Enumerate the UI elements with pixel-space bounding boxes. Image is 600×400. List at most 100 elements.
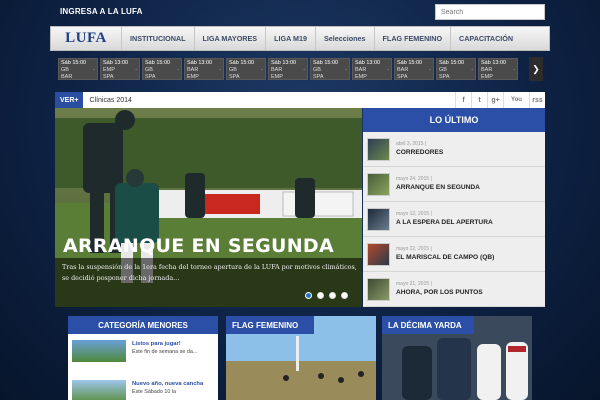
score-arrow-icon: -	[93, 67, 95, 73]
latest-news: LO ÚLTIMO abril 3, 2015 | CORREDORES mayo…	[363, 108, 545, 307]
nav-item-liga-m19[interactable]: LIGA M19	[265, 27, 315, 50]
score-away-team: SPA	[103, 74, 114, 80]
top-bar: INGRESA A LA LUFA	[0, 0, 600, 24]
latest-title[interactable]: AHORA, POR LOS PUNTOS	[396, 288, 483, 297]
latest-date: abril 3, 2015 |	[396, 141, 427, 147]
score-date: Sáb 13:00	[187, 60, 213, 66]
twitter-icon[interactable]: t	[471, 92, 487, 108]
latest-thumbnail[interactable]	[367, 242, 390, 266]
score-date: Sáb 15:00	[229, 60, 255, 66]
login-link[interactable]: INGRESA A LA LUFA	[60, 7, 143, 16]
score-date: Sáb 15:00	[145, 60, 171, 66]
score-card[interactable]: Sáb 15:00 GB BAR -	[58, 58, 98, 80]
latest-title[interactable]: ARRANQUE EN SEGUNDA	[396, 183, 480, 192]
slider-dot[interactable]	[317, 292, 324, 299]
nav-item-liga-mayores[interactable]: LIGA MAYORES	[193, 27, 266, 50]
latest-item[interactable]: mayo 12, 2015 | A LA ESPERA DEL APERTURA	[363, 202, 545, 237]
search-input[interactable]	[435, 4, 545, 20]
score-arrow-icon: -	[387, 67, 389, 73]
score-away-team: SPA	[397, 74, 408, 80]
score-date: Sáb 13:00	[481, 60, 507, 66]
mini-thumbnail[interactable]	[72, 380, 126, 400]
mini-news-item[interactable]: Nuevo año, nueva cancha Este Sábado 10 la	[72, 380, 203, 400]
logo[interactable]: LUFA	[51, 30, 121, 47]
latest-item[interactable]: mayo 21, 2015 | AHORA, POR LOS PUNTOS	[363, 272, 545, 307]
score-arrow-icon: -	[261, 67, 263, 73]
score-arrow-icon: -	[513, 67, 515, 73]
facebook-icon[interactable]: f	[455, 92, 471, 108]
latest-thumbnail[interactable]	[367, 172, 390, 196]
panel-flag-femenino[interactable]: FLAG FEMENINO	[226, 316, 376, 400]
score-away-team: EMP	[187, 74, 199, 80]
social-links: f t g+ You rss	[455, 92, 545, 108]
score-away-team: SPA	[145, 74, 156, 80]
latest-title[interactable]: EL MARISCAL DE CAMPO (QB)	[396, 253, 494, 262]
latest-item[interactable]: mayo 22, 2015 | EL MARISCAL DE CAMPO (QB)	[363, 237, 545, 272]
latest-thumbnail[interactable]	[367, 137, 390, 161]
mini-news-item[interactable]: Listos para jugar! Este fin de semana se …	[72, 340, 197, 362]
latest-date: mayo 21, 2015 |	[396, 281, 432, 287]
latest-item[interactable]: mayo 24, 2015 | ARRANQUE EN SEGUNDA	[363, 167, 545, 202]
score-card[interactable]: Sáb 13:00 BAR EMP -	[184, 58, 224, 80]
score-away-team: EMP	[355, 74, 367, 80]
mini-title[interactable]: Nuevo año, nueva cancha	[132, 380, 203, 388]
latest-thumbnail[interactable]	[367, 277, 390, 301]
latest-thumbnail[interactable]	[367, 207, 390, 231]
score-home-team: BAR	[481, 67, 493, 73]
score-date: Sáb 15:00	[61, 60, 87, 66]
score-card[interactable]: Sáb 13:00 EMP SPA -	[100, 58, 140, 80]
nav-item-selecciones[interactable]: Selecciones	[314, 27, 374, 50]
mini-thumbnail[interactable]	[72, 340, 126, 362]
score-arrow-icon: -	[345, 67, 347, 73]
latest-date: mayo 22, 2015 |	[396, 246, 432, 252]
score-card[interactable]: Sáb 15:00 GB SPA -	[436, 58, 476, 80]
ticker-next-arrow-icon[interactable]: ❯	[529, 57, 543, 81]
latest-date: mayo 12, 2015 |	[396, 211, 432, 217]
nav-item-institucional[interactable]: INSTITUCIONAL	[121, 27, 194, 50]
score-home-team: GB	[61, 67, 69, 73]
mini-excerpt: Este fin de semana se da...	[132, 349, 198, 355]
featured-slider[interactable]: ARRANQUE EN SEGUNDA Tras la suspensión d…	[55, 108, 362, 307]
score-home-team: BAR	[187, 67, 199, 73]
panel-heading[interactable]: FLAG FEMENINO	[226, 316, 314, 334]
score-home-team: BAR	[355, 67, 367, 73]
mini-title[interactable]: Listos para jugar!	[132, 340, 197, 348]
nav-item-flag-femenino[interactable]: FLAG FEMENINO	[373, 27, 451, 50]
score-away-team: EMP	[481, 74, 493, 80]
ver-mas-link[interactable]: Clínicas 2014	[83, 97, 455, 104]
panel-decima-yarda[interactable]: LA DÉCIMA YARDA	[382, 316, 532, 400]
latest-title[interactable]: A LA ESPERA DEL APERTURA	[396, 218, 493, 227]
score-home-team: GB	[313, 67, 321, 73]
rss-icon[interactable]: rss	[529, 92, 545, 108]
panel-heading[interactable]: LA DÉCIMA YARDA	[382, 316, 474, 334]
score-card[interactable]: Sáb 15:00 GB SPA -	[142, 58, 182, 80]
score-card[interactable]: Sáb 15:00 BAR SPA -	[394, 58, 434, 80]
slider-excerpt: Tras la suspensión de la 1era fecha del …	[62, 263, 357, 282]
panel-heading[interactable]: CATEGORÍA MENORES	[68, 316, 218, 334]
score-home-team: GB	[145, 67, 153, 73]
slider-dot[interactable]	[305, 292, 312, 299]
score-arrow-icon: -	[135, 67, 137, 73]
score-home-team: GB	[229, 67, 237, 73]
score-date: Sáb 13:00	[271, 60, 297, 66]
score-card[interactable]: Sáb 15:00 GB SPA -	[226, 58, 266, 80]
slider-dot[interactable]	[341, 292, 348, 299]
score-card[interactable]: Sáb 13:00 BAR EMP -	[478, 58, 518, 80]
score-arrow-icon: -	[219, 67, 221, 73]
nav-item-capacitacion[interactable]: CAPACITACIÓN	[450, 27, 521, 50]
score-away-team: BAR	[61, 74, 73, 80]
slider-title[interactable]: ARRANQUE EN SEGUNDA	[63, 235, 334, 257]
latest-item[interactable]: abril 3, 2015 | CORREDORES	[363, 132, 545, 167]
score-date: Sáb 15:00	[439, 60, 465, 66]
score-home-team: BAR	[397, 67, 409, 73]
score-arrow-icon: -	[471, 67, 473, 73]
score-card[interactable]: Sáb 13:00 BAR EMP -	[352, 58, 392, 80]
youtube-icon[interactable]: You	[503, 92, 529, 108]
google-plus-icon[interactable]: g+	[487, 92, 503, 108]
latest-title[interactable]: CORREDORES	[396, 148, 443, 157]
score-away-team: SPA	[229, 74, 240, 80]
score-card[interactable]: Sáb 15:00 GB SPA -	[310, 58, 350, 80]
slider-dot[interactable]	[329, 292, 336, 299]
ver-mas-label[interactable]: VER+	[55, 92, 84, 108]
score-card[interactable]: Sáb 13:00 BAR EMP -	[268, 58, 308, 80]
